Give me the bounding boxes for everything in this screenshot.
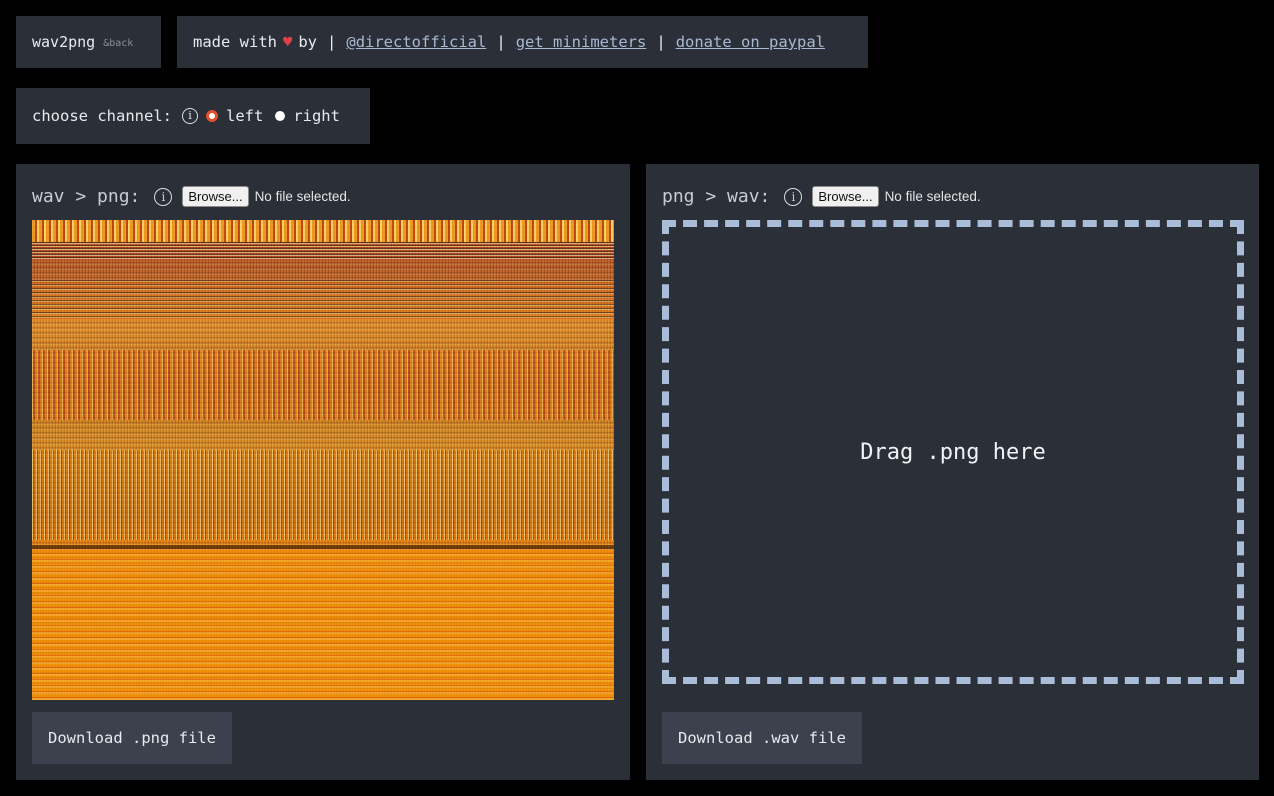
brand-box: wav2png &back bbox=[16, 16, 161, 68]
spectrogram-image bbox=[32, 220, 614, 700]
download-wav-button[interactable]: Download .wav file bbox=[662, 712, 862, 764]
donate-link[interactable]: donate on paypal bbox=[676, 33, 825, 51]
heart-icon: ♥ bbox=[283, 33, 293, 51]
app-title: wav2png bbox=[32, 33, 96, 51]
browse-wav-button[interactable]: Browse... bbox=[182, 186, 249, 207]
radio-left[interactable] bbox=[205, 110, 218, 122]
info-icon[interactable]: i bbox=[181, 108, 198, 124]
png-to-wav-header: png > wav: i Browse... No file selected. bbox=[662, 186, 981, 207]
info-icon[interactable]: i bbox=[784, 187, 803, 206]
channel-selector: choose channel: i left right bbox=[16, 88, 370, 144]
wav-to-png-header: wav > png: i Browse... No file selected. bbox=[32, 186, 351, 207]
png-file-status: No file selected. bbox=[884, 189, 981, 204]
drop-zone-label: Drag .png here bbox=[860, 439, 1046, 465]
by-text: by bbox=[298, 33, 318, 51]
png-drop-zone[interactable]: Drag .png here bbox=[662, 220, 1244, 684]
wav-to-png-heading: wav > png: bbox=[32, 186, 141, 207]
png-to-wav-panel: png > wav: i Browse... No file selected.… bbox=[646, 164, 1259, 780]
separator: | bbox=[496, 33, 506, 51]
download-png-button[interactable]: Download .png file bbox=[32, 712, 232, 764]
author-link[interactable]: @directofficial bbox=[346, 33, 486, 51]
separator: | bbox=[656, 33, 666, 51]
wav-to-png-panel: wav > png: i Browse... No file selected.… bbox=[16, 164, 630, 780]
radio-right[interactable] bbox=[275, 111, 286, 121]
separator: | bbox=[327, 33, 337, 51]
browse-png-button[interactable]: Browse... bbox=[812, 186, 879, 207]
radio-left-label: left bbox=[225, 107, 264, 125]
png-to-wav-heading: png > wav: bbox=[662, 186, 771, 207]
info-icon[interactable]: i bbox=[154, 187, 173, 206]
credits-bar: made with ♥ by | @directofficial | get m… bbox=[177, 16, 868, 68]
wav-file-status: No file selected. bbox=[254, 189, 351, 204]
minimeters-link[interactable]: get minimeters bbox=[516, 33, 647, 51]
radio-right-label: right bbox=[293, 107, 340, 125]
made-with-text: made with bbox=[193, 33, 277, 51]
app-subtitle: &back bbox=[103, 38, 134, 49]
channel-label: choose channel: bbox=[32, 107, 172, 125]
